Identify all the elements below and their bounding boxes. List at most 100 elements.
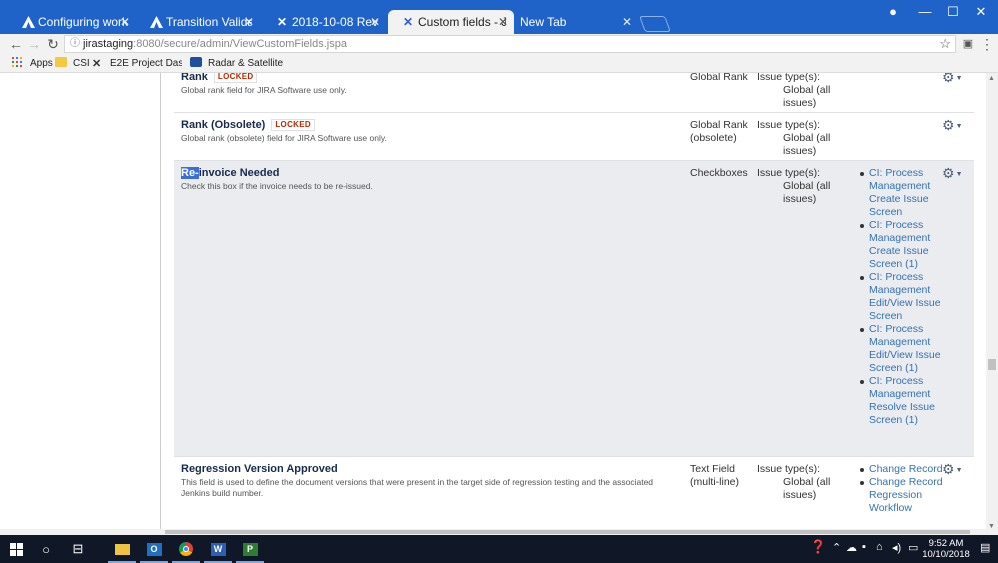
apps-grid-icon	[12, 57, 24, 67]
bookmarks-bar: Apps CSI ✕ E2E Project Dashboa Radar & Sa…	[0, 54, 998, 73]
bookmark-csi[interactable]: CSI	[55, 56, 90, 71]
chrome-icon[interactable]	[172, 540, 200, 563]
network-icon[interactable]: ⌂	[876, 541, 883, 553]
bookmark-star-icon[interactable]: ☆	[939, 36, 951, 52]
field-name: Re-invoice Needed	[181, 167, 279, 179]
context-label: Issue type(s):	[757, 167, 821, 179]
address-url: jirastaging:8080/secure/admin/ViewCustom…	[83, 36, 347, 52]
field-description: Global rank (obsolete) field for JIRA So…	[181, 133, 387, 143]
minimize-icon[interactable]: —	[914, 4, 936, 20]
bookmark-apps[interactable]: Apps	[12, 56, 53, 71]
tab-custom-fields-jira[interactable]: ✕ Custom fields - Jira ✕	[388, 10, 514, 34]
project-icon[interactable]: P	[236, 540, 264, 563]
battery-icon[interactable]: ▭	[908, 541, 918, 554]
close-icon[interactable]: ✕	[498, 10, 508, 34]
tab-transition-validator[interactable]: Transition Validator Expl ✕	[136, 10, 260, 34]
scrollbar-thumb[interactable]	[988, 359, 996, 370]
screen-link[interactable]: Change Record Regression Workflow	[860, 476, 944, 515]
context-label: Issue type(s):	[757, 463, 821, 475]
confluence-icon: ✕	[276, 15, 288, 29]
gear-icon[interactable]: ⚙▼	[942, 461, 963, 478]
bookmark-label: Apps	[30, 58, 53, 69]
gear-icon[interactable]: ⚙▼	[942, 117, 963, 134]
close-icon[interactable]: ✕	[120, 10, 130, 34]
maximize-icon[interactable]: ☐	[942, 4, 964, 20]
context-value: Global (all issues)	[783, 132, 831, 157]
field-description: Check this box if the invoice needs to b…	[181, 181, 373, 191]
word-icon[interactable]: W	[204, 540, 232, 563]
table-row: Rank (Obsolete) LOCKED Global rank (obsol…	[174, 113, 974, 161]
gear-icon[interactable]: ⚙▼	[942, 73, 963, 86]
reload-icon[interactable]: ↻	[45, 36, 61, 52]
screen-link[interactable]: CI: Process Management Create Issue Scre…	[860, 167, 944, 219]
field-name-text: Rank (Obsolete)	[181, 119, 266, 131]
task-view-icon[interactable]: ⊟	[68, 540, 88, 558]
tab-new-tab[interactable]: New Tab ✕	[512, 10, 638, 34]
scrollbar-thumb[interactable]	[165, 530, 970, 534]
tab-title: New Tab	[520, 15, 567, 29]
sidebar-divider	[160, 73, 161, 535]
field-name-text: invoice Needed	[198, 167, 280, 179]
browser-toolbar: ← → ↻ ⓘ jirastaging:8080/secure/admin/Vi…	[0, 34, 998, 54]
close-window-icon[interactable]: ✕	[970, 4, 992, 20]
screen-link[interactable]: CI: Process Management Edit/View Issue S…	[860, 271, 944, 323]
tab-title: 2018-10-08 Review Prop	[292, 15, 378, 29]
field-description: Global rank field for JIRA Software use …	[181, 85, 347, 95]
screen-link[interactable]: CI: Process Management Resolve Issue Scr…	[860, 375, 944, 427]
close-icon[interactable]: ✕	[622, 10, 632, 34]
profile-icon[interactable]: ●	[882, 4, 904, 20]
taskbar-clock[interactable]: 9:52 AM 10/10/2018	[918, 538, 974, 560]
tab-title: Transition Validator Expl	[166, 15, 252, 29]
url-host: jirastaging	[83, 38, 134, 50]
windows-start-icon[interactable]	[6, 540, 26, 558]
custom-fields-page: Rank LOCKED Global rank field for JIRA So…	[0, 73, 998, 535]
context-value: Global (all issues)	[783, 84, 831, 109]
clock-time: 9:52 AM	[928, 538, 964, 549]
windows-taskbar: ○ ⊟ O W P ❓ ⌃ ☁ ▪ ⌂ ◂) ▭ 9:52 AM 10/10/2…	[0, 535, 998, 563]
file-explorer-icon[interactable]	[108, 540, 136, 563]
scroll-down-icon[interactable]: ▼	[988, 523, 995, 530]
volume-icon[interactable]: ◂)	[892, 541, 901, 554]
scroll-up-icon[interactable]: ▲	[988, 75, 995, 82]
radar-icon	[190, 57, 202, 67]
selected-text: Re-	[181, 167, 199, 179]
info-icon[interactable]: ⓘ	[70, 36, 80, 52]
notifications-icon[interactable]: ▤	[980, 541, 990, 554]
close-icon[interactable]: ✕	[244, 10, 254, 34]
field-type: Global Rank (obsolete)	[690, 119, 748, 144]
close-icon[interactable]: ✕	[370, 10, 380, 34]
help-icon[interactable]: ❓	[810, 539, 826, 555]
field-type: Checkboxes	[690, 167, 748, 179]
atlassian-icon	[21, 15, 35, 29]
extension-icon[interactable]: ▣	[960, 36, 976, 52]
new-tab-button[interactable]	[639, 16, 671, 32]
locked-badge: LOCKED	[271, 119, 315, 131]
atlassian-icon	[149, 15, 163, 29]
tray-app-icon[interactable]: ▪	[862, 541, 866, 553]
onedrive-icon[interactable]: ☁	[846, 541, 857, 554]
forward-arrow-icon[interactable]: →	[26, 36, 42, 52]
tab-review-prop[interactable]: ✕ 2018-10-08 Review Prop ✕	[262, 10, 386, 34]
tab-configuring-workflow[interactable]: Configuring workflow sc ✕	[8, 10, 136, 34]
chevron-up-icon[interactable]: ⌃	[832, 541, 841, 554]
screen-link[interactable]: CI: Process Management Create Issue Scre…	[860, 219, 944, 271]
screen-link[interactable]: CI: Process Management Edit/View Issue S…	[860, 323, 944, 375]
outlook-icon[interactable]: O	[140, 540, 168, 563]
locked-badge: LOCKED	[213, 73, 258, 83]
jira-icon: ✕	[402, 15, 414, 29]
browser-tab-strip: Configuring workflow sc ✕ Transition Val…	[0, 0, 998, 34]
search-icon[interactable]: ○	[36, 540, 56, 558]
back-arrow-icon[interactable]: ←	[8, 36, 24, 52]
screen-link[interactable]: Change Record	[860, 463, 944, 476]
tab-title: Configuring workflow sc	[38, 15, 128, 29]
bookmark-radar[interactable]: Radar & Satellite	[190, 56, 283, 71]
chevron-down-icon: ▼	[955, 123, 963, 130]
bookmark-e2e-dashboard[interactable]: ✕ E2E Project Dashboa	[92, 56, 182, 71]
gear-icon[interactable]: ⚙▼	[942, 165, 963, 182]
tab-title: Custom fields - Jira	[418, 15, 506, 29]
table-row: Regression Version Approved This field i…	[174, 457, 974, 535]
menu-dots-icon[interactable]: ⋮	[979, 36, 995, 52]
address-bar[interactable]: ⓘ jirastaging:8080/secure/admin/ViewCust…	[64, 35, 956, 53]
folder-icon	[55, 57, 67, 67]
vertical-scrollbar[interactable]: ▲ ▼	[986, 73, 998, 535]
